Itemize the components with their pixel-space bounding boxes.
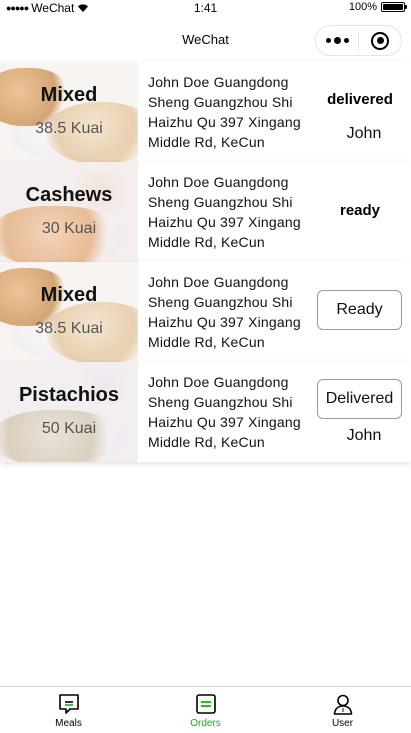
target-icon	[371, 31, 389, 50]
tab-user[interactable]: User	[274, 687, 411, 733]
delivery-address: John Doe Guangdong Sheng Guangzhou Shi H…	[148, 374, 301, 450]
product-name: Cashews	[25, 184, 113, 206]
meals-icon	[58, 694, 79, 714]
capsule-menu	[315, 25, 402, 56]
product-name: Mixed	[40, 284, 98, 306]
status-bar: ●●●●● WeChat 1:41 100%	[0, 0, 411, 16]
product-price: 30 Kuai	[41, 220, 97, 237]
product-price: 38.5 Kuai	[35, 120, 103, 137]
receiver-name: John	[346, 125, 382, 142]
order-list: Mixed 38.5 Kuai John Doe Guangdong Sheng…	[0, 62, 411, 462]
tab-meals[interactable]: Meals	[0, 687, 137, 733]
delivery-address: John Doe Guangdong Sheng Guangzhou Shi H…	[148, 274, 301, 350]
user-icon	[333, 694, 352, 715]
mark-delivered-button[interactable]: Delivered	[317, 379, 402, 419]
screen: ●●●●● WeChat 1:41 100% WeChat Mixed 38.5…	[0, 0, 411, 733]
order-card[interactable]: Mixed 38.5 Kuai John Doe Guangdong Sheng…	[0, 262, 411, 362]
nav-bar: WeChat	[0, 16, 411, 62]
orders-icon	[195, 694, 216, 714]
more-dot-icon	[333, 37, 341, 44]
mark-ready-button[interactable]: Ready	[317, 290, 402, 330]
product-image: Cashews 30 Kuai	[0, 162, 138, 262]
order-status: ready	[339, 202, 381, 219]
product-image: Mixed 38.5 Kuai	[0, 262, 138, 362]
tab-label: Meals	[55, 718, 82, 729]
product-name: Mixed	[40, 84, 98, 106]
tab-orders[interactable]: Orders	[137, 687, 274, 733]
order-status-area: Delivered John	[314, 362, 411, 462]
order-card[interactable]: Pistachios 50 Kuai John Doe Guangdong Sh…	[0, 362, 411, 462]
order-status-area: ready	[314, 162, 411, 262]
close-miniprogram-button[interactable]	[359, 31, 401, 50]
battery-percent: 100%	[348, 1, 377, 13]
order-card[interactable]: Cashews 30 Kuai John Doe Guangdong Sheng…	[0, 162, 411, 262]
tab-bar: Meals Orders User	[0, 686, 411, 733]
battery-group: 100%	[348, 1, 407, 13]
order-status-area: Ready	[314, 262, 411, 362]
more-dot-icon	[325, 38, 331, 43]
product-image: Mixed 38.5 Kuai	[0, 62, 138, 162]
tab-label: User	[331, 718, 354, 729]
tab-label: Orders	[190, 718, 221, 729]
delivery-address: John Doe Guangdong Sheng Guangzhou Shi H…	[148, 174, 301, 250]
product-price: 50 Kuai	[41, 420, 97, 437]
delivery-address: John Doe Guangdong Sheng Guangzhou Shi H…	[148, 74, 301, 150]
battery-icon	[381, 2, 407, 12]
order-status-area: delivered John	[314, 62, 411, 162]
order-status: delivered	[327, 91, 393, 108]
order-card[interactable]: Mixed 38.5 Kuai John Doe Guangdong Sheng…	[0, 62, 411, 162]
product-name: Pistachios	[18, 384, 120, 406]
product-image: Pistachios 50 Kuai	[0, 362, 138, 462]
receiver-name: John	[346, 427, 382, 444]
product-price: 38.5 Kuai	[35, 320, 103, 337]
more-dot-icon	[343, 38, 349, 43]
more-options-button[interactable]	[316, 37, 358, 44]
